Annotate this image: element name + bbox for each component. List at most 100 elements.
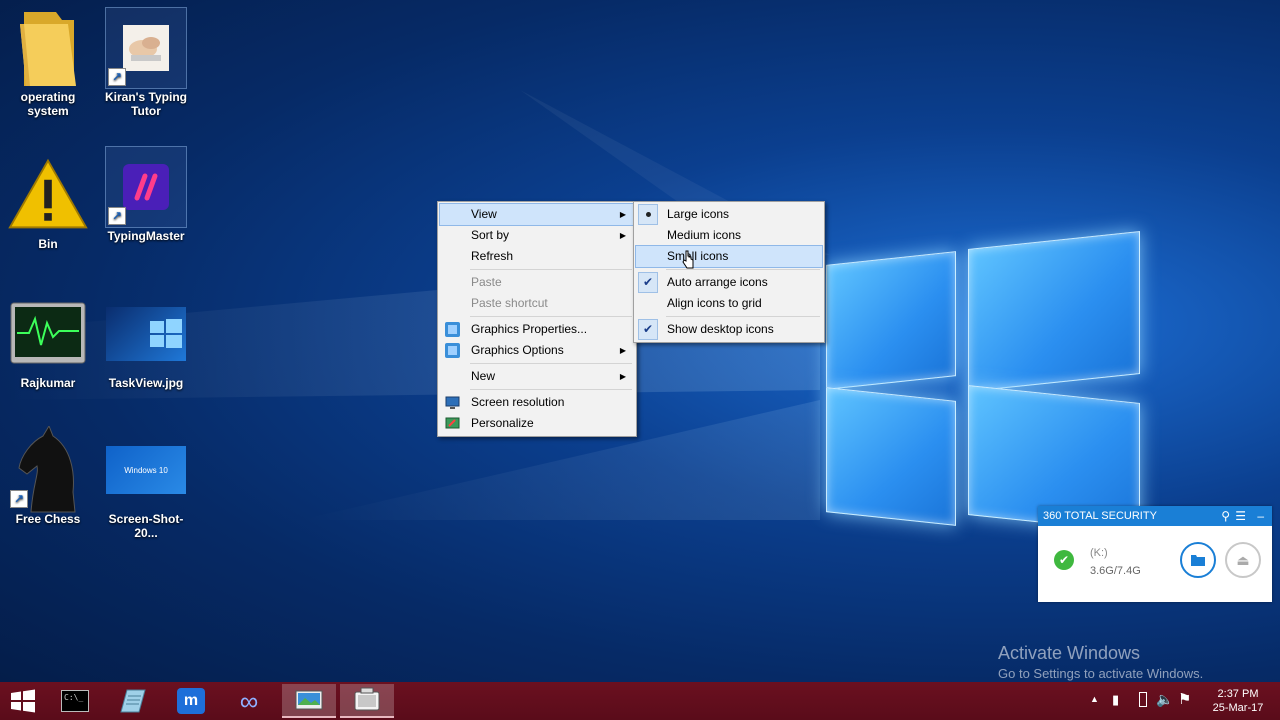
command-prompt-icon: C:\_: [61, 690, 89, 712]
notepad-icon: [120, 689, 146, 713]
security-widget-title: 360 TOTAL SECURITY: [1043, 510, 1157, 522]
submenu-arrow-icon: ▶: [619, 372, 626, 381]
desktop-icon-kirans-typing-tutor[interactable]: ↗ Kiran's Typing Tutor: [98, 7, 194, 118]
network-icon[interactable]: ▮: [1112, 692, 1119, 708]
submenu-arrow-icon: ▶: [619, 210, 626, 219]
folder-icon: [1191, 555, 1205, 566]
start-button[interactable]: [0, 684, 46, 718]
menu-item-view[interactable]: View ▶: [439, 203, 635, 226]
shortcut-arrow-icon: ↗: [10, 490, 28, 508]
minimize-icon[interactable]: –: [1257, 506, 1264, 526]
intel-graphics-icon: [445, 343, 460, 358]
menu-item-sort-by[interactable]: Sort by ▶: [440, 225, 634, 246]
taskbar: C:\_ m ∞ ▲ ▮ 🔈 ⚑ 2:37 PM 25-Mar-17: [0, 682, 1280, 720]
menu-item-medium-icons[interactable]: Medium icons: [636, 225, 822, 246]
activation-watermark: Activate Windows Go to Settings to activ…: [998, 643, 1203, 681]
menu-item-screen-resolution[interactable]: Screen resolution: [440, 392, 634, 413]
desktop-icon-label: Free Chess: [15, 512, 81, 526]
menu-item-paste[interactable]: Paste: [440, 272, 634, 293]
watermark-title: Activate Windows: [998, 643, 1141, 663]
shortcut-arrow-icon: ↗: [108, 68, 126, 86]
menu-item-graphics-options[interactable]: Graphics Options ▶: [440, 340, 634, 361]
folder-icon: [8, 8, 88, 88]
desktop-icon-label: Bin: [38, 237, 58, 251]
menu-item-refresh[interactable]: Refresh: [440, 246, 634, 267]
taskbar-maxthon[interactable]: m: [164, 684, 218, 718]
desktop-icon-label: TypingMaster: [107, 229, 185, 243]
personalize-icon: [445, 417, 460, 429]
menu-item-label: Graphics Options: [471, 343, 564, 357]
open-folder-button[interactable]: [1180, 542, 1216, 578]
menu-item-label: Graphics Properties...: [471, 322, 588, 336]
battery-icon[interactable]: [1139, 692, 1147, 707]
menu-item-paste-shortcut[interactable]: Paste shortcut: [440, 293, 634, 314]
menu-item-label: Paste shortcut: [471, 296, 548, 310]
taskbar-screen-recorder[interactable]: [340, 684, 394, 718]
taskbar-notepad[interactable]: [106, 684, 160, 718]
submenu-arrow-icon: ▶: [619, 231, 626, 240]
volume-icon[interactable]: 🔈: [1156, 691, 1173, 708]
submenu-arrow-icon: ▶: [619, 346, 626, 355]
clock-time: 2:37 PM: [1217, 688, 1259, 700]
menu-separator: [470, 269, 632, 270]
menu-item-auto-arrange[interactable]: ✔ Auto arrange icons: [636, 272, 822, 293]
tray-overflow-icon[interactable]: ▲: [1090, 694, 1099, 704]
windows-logo-icon: [11, 689, 35, 713]
menu-item-small-icons[interactable]: Small icons: [635, 245, 823, 268]
desktop-icon-bin[interactable]: Bin: [0, 155, 96, 251]
check-icon: ✔: [1054, 550, 1074, 570]
desktop-icon-free-chess[interactable]: ↗ Free Chess: [0, 426, 96, 526]
clock[interactable]: 2:37 PM 25-Mar-17: [1203, 687, 1273, 715]
eject-button[interactable]: ⏏: [1225, 542, 1261, 578]
mouse-pointer-icon: [682, 250, 694, 269]
menu-item-label: Screen resolution: [471, 395, 565, 409]
wallpaper-logo-pane: [826, 387, 956, 526]
taskbar-infinity-app[interactable]: ∞: [222, 684, 276, 718]
desktop-context-menu: View ▶ Sort by ▶ Refresh Paste Paste sho…: [437, 201, 637, 437]
desktop-icon-rajkumar[interactable]: Rajkumar: [0, 294, 96, 390]
menu-item-align-grid[interactable]: Align icons to grid: [636, 293, 822, 314]
watermark-subtitle: Go to Settings to activate Windows.: [998, 666, 1204, 681]
photo-viewer-icon: [295, 690, 323, 710]
recorder-icon: [354, 687, 380, 711]
menu-item-personalize[interactable]: Personalize: [440, 413, 634, 434]
security-widget-header: 360 TOTAL SECURITY ⚲ ☰ –: [1038, 506, 1272, 526]
menu-item-new[interactable]: New ▶: [440, 366, 634, 387]
drive-usage: 3.6G/7.4G: [1090, 565, 1141, 577]
taskbar-cmd[interactable]: C:\_: [48, 684, 102, 718]
clock-date: 25-Mar-17: [1212, 702, 1264, 714]
menu-item-label: Align icons to grid: [667, 296, 762, 310]
typing-tutor-icon: ↗: [105, 7, 187, 89]
menu-item-label: Small icons: [667, 249, 729, 263]
desktop-icon-label: operating system: [20, 90, 76, 118]
menu-item-label: Medium icons: [667, 228, 742, 242]
checkmark-icon: ✔: [638, 272, 658, 293]
menu-item-label: Auto arrange icons: [667, 275, 768, 289]
display-icon: [445, 396, 460, 409]
eject-icon: ⏏: [1236, 551, 1250, 568]
menu-item-large-icons[interactable]: Large icons: [636, 204, 822, 225]
drive-label: (K:): [1090, 547, 1108, 559]
desktop-icon-screenshot[interactable]: Windows 10 Screen-Shot-20...: [98, 430, 194, 540]
menu-item-show-desktop-icons[interactable]: ✔ Show desktop icons: [636, 319, 822, 340]
infinity-icon: ∞: [239, 686, 259, 716]
search-icon[interactable]: ⚲: [1221, 506, 1230, 526]
wallpaper-logo-pane: [968, 230, 1140, 393]
image-thumbnail-icon: [106, 294, 186, 374]
chess-knight-icon: ↗: [8, 426, 88, 513]
image-thumbnail-icon: Windows 10: [106, 430, 186, 510]
warning-icon: [8, 155, 88, 235]
menu-icon[interactable]: ☰: [1235, 506, 1246, 526]
taskbar-photos[interactable]: [282, 684, 336, 718]
desktop-icon-typingmaster[interactable]: ↗ TypingMaster: [98, 146, 194, 243]
menu-item-graphics-properties[interactable]: Graphics Properties...: [440, 319, 634, 340]
desktop-icon-operating-system[interactable]: operating system: [0, 8, 96, 118]
action-center-flag-icon[interactable]: ⚑: [1178, 690, 1191, 708]
desktop-icon-label: Kiran's Typing Tutor: [105, 90, 187, 118]
menu-item-label: Show desktop icons: [667, 322, 774, 336]
desktop-icon-label: Rajkumar: [20, 376, 76, 390]
desktop-icon-taskview[interactable]: TaskView.jpg: [98, 294, 194, 390]
menu-separator: [470, 363, 632, 364]
menu-separator: [666, 316, 820, 317]
shortcut-arrow-icon: ↗: [108, 207, 126, 225]
